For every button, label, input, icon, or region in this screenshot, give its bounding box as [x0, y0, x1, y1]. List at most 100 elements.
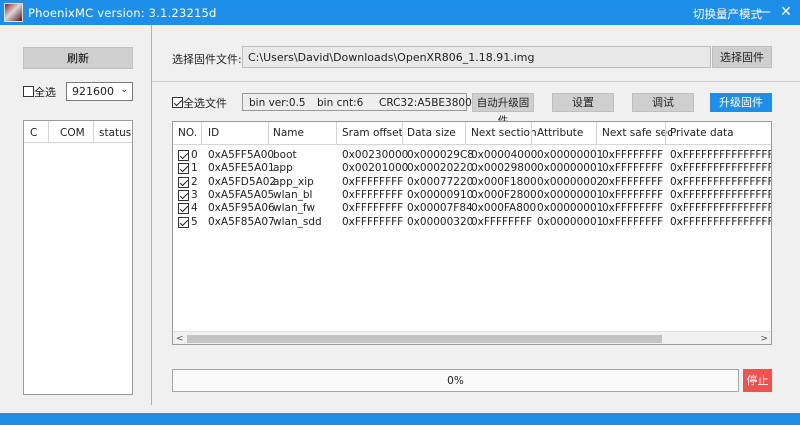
row-checkbox-icon[interactable] [178, 150, 189, 161]
row-checkbox-icon[interactable] [178, 163, 189, 175]
cell-next-section: 0x00029800 [471, 162, 538, 175]
cell-private-data: 0xFFFFFFFFFFFFFFFFFF [670, 215, 771, 228]
column-header-name: Name [273, 127, 304, 139]
row-checkbox-icon[interactable] [178, 189, 189, 201]
upgrade-firmware-button[interactable]: 升级固件 [710, 93, 772, 112]
app-logo-icon [4, 3, 23, 22]
scroll-left-icon[interactable]: < [176, 332, 184, 344]
bin-version: bin ver:0.5 [249, 97, 306, 109]
row-checkbox-icon[interactable] [178, 203, 189, 215]
cell-no: 1 [191, 162, 198, 175]
column-header-com: COM [60, 127, 85, 139]
bin-count: bin cnt:6 [317, 97, 364, 109]
column-header-attribute: Attribute [537, 127, 584, 139]
stop-button[interactable]: 停止 [743, 369, 772, 392]
column-header-id: ID [208, 127, 220, 139]
cell-sram-offset: 0xFFFFFFFF [342, 188, 404, 201]
firmware-sections-table[interactable]: NO. ID Name Sram offset Data size Next s… [172, 121, 772, 345]
select-all-files-checkbox[interactable]: 全选文件 [172, 95, 227, 111]
cell-name: app_xip [273, 175, 314, 188]
cell-id: 0xA5FA5A05 [208, 188, 275, 201]
cell-id: 0xA5FF5A00 [208, 149, 275, 161]
close-icon[interactable]: ✕ [777, 3, 795, 21]
bottom-bar [0, 413, 800, 425]
cell-sram-offset: 0x00201000 [342, 162, 409, 175]
cell-sram-offset: 0x00230000 [342, 149, 409, 161]
cell-data-size: 0x00000910 [407, 188, 474, 201]
select-all-ports-checkbox[interactable]: 全选 [23, 84, 56, 100]
column-header-private-data: Private data [670, 127, 734, 139]
progress-text: 0% [447, 375, 464, 387]
com-port-list-header: C COM status [24, 121, 132, 143]
cell-sram-offset: 0xFFFFFFFF [342, 215, 404, 228]
cell-next-safe-sec: 0xFFFFFFFF [602, 215, 664, 228]
baud-rate-select[interactable]: 921600 ⌄ [66, 82, 133, 101]
row-checkbox-icon[interactable] [178, 176, 189, 188]
crc32-value: CRC32:A5BE3800 [379, 97, 472, 109]
cell-no: 2 [191, 175, 198, 188]
cell-name: wlan_sdd [273, 215, 322, 228]
cell-data-size: 0x000029C8 [407, 149, 474, 161]
table-row[interactable]: 0 0xA5FF5A00 boot 0x00230000 0x000029C8 0x000… [173, 149, 771, 162]
select-firmware-button[interactable]: 选择固件 [712, 46, 772, 68]
cell-private-data: 0xFFFFFFFFFFFFFFFFFF [670, 175, 771, 188]
select-all-label: 全选 [34, 86, 56, 99]
scroll-right-icon[interactable]: > [760, 332, 768, 344]
cell-data-size: 0x00020220 [407, 162, 474, 175]
cell-attribute: 0x00000001 [537, 162, 604, 175]
table-row[interactable]: 3 0xA5FA5A05 wlan_bl 0xFFFFFFFF 0x00000910 0x… [173, 188, 771, 202]
cell-next-safe-sec: 0xFFFFFFFF [602, 162, 664, 175]
cell-name: wlan_fw [273, 202, 315, 215]
cell-name: boot [273, 149, 297, 161]
firmware-path-field[interactable]: C:\Users\David\Downloads\OpenXR806_1.18.… [242, 46, 711, 68]
cell-next-safe-sec: 0xFFFFFFFF [602, 175, 664, 188]
cell-id: 0xA5FD5A02 [208, 175, 277, 188]
table-row[interactable]: 1 0xA5FE5A01 app 0x00201000 0x00020220 0x0002… [173, 162, 771, 175]
column-header-data-size: Data size [407, 127, 456, 139]
cell-next-safe-sec: 0xFFFFFFFF [602, 149, 664, 161]
cell-private-data: 0xFFFFFFFFFFFFFFFFFF [670, 149, 771, 161]
switch-mass-production-mode-link[interactable]: 切换量产模式 [693, 6, 762, 22]
cell-no: 3 [191, 188, 198, 201]
table-row[interactable]: 2 0xA5FD5A02 app_xip 0xFFFFFFFF 0x00077220 0x… [173, 175, 771, 189]
com-port-list[interactable]: C COM status [23, 120, 133, 395]
row-checkbox-icon[interactable] [178, 216, 189, 228]
scrollbar-thumb[interactable] [187, 335, 662, 343]
cell-no: 0 [191, 149, 198, 161]
cell-next-safe-sec: 0xFFFFFFFF [602, 188, 664, 201]
column-header-next-section: Next section [471, 127, 537, 139]
column-header-no: NO. [178, 127, 198, 139]
settings-button[interactable]: 设置 [552, 93, 614, 112]
baud-rate-value: 921600 [72, 85, 114, 98]
chevron-down-icon: ⌄ [120, 85, 128, 95]
cell-private-data: 0xFFFFFFFFFFFFFFFFFF [670, 202, 771, 215]
cell-private-data: 0xFFFFFFFFFFFFFFFFFF [670, 188, 771, 201]
cell-data-size: 0x00007F84 [407, 202, 473, 215]
debug-button[interactable]: 调试 [632, 93, 694, 112]
cell-name: wlan_bl [273, 188, 313, 201]
column-header-c: C [30, 127, 38, 139]
cell-next-section: 0x000F2800 [471, 188, 537, 201]
cell-no: 4 [191, 202, 198, 215]
cell-sram-offset: 0xFFFFFFFF [342, 175, 404, 188]
cell-attribute: 0x00000001 [537, 215, 604, 228]
checkbox-checked-icon[interactable] [172, 97, 183, 108]
cell-private-data: 0xFFFFFFFFFFFFFFFFFF [670, 162, 771, 175]
cell-no: 5 [191, 215, 198, 228]
cell-next-safe-sec: 0xFFFFFFFF [602, 202, 664, 215]
window-title: PhoenixMC version: 3.1.23215d [28, 6, 217, 20]
minimize-icon[interactable]: — [755, 3, 773, 21]
checkbox-icon[interactable] [23, 86, 34, 97]
refresh-button[interactable]: 刷新 [23, 47, 133, 69]
divider [152, 81, 800, 82]
table-row[interactable]: 5 0xA5F85A07 wlan_sdd 0xFFFFFFFF 0x00000320 0… [173, 215, 771, 229]
cell-next-section: 0x00004000 [471, 149, 538, 161]
cell-name: app [273, 162, 293, 175]
auto-upgrade-button[interactable]: 自动升级固件 [472, 93, 534, 127]
table-row[interactable]: 4 0xA5F95A06 wlan_fw 0xFFFFFFFF 0x00007F84 0x… [173, 202, 771, 215]
cell-id: 0xA5F95A06 [208, 202, 275, 215]
cell-id: 0xA5F85A07 [208, 215, 275, 228]
cell-sram-offset: 0xFFFFFFFF [342, 202, 404, 215]
panel-divider [151, 25, 152, 405]
horizontal-scrollbar[interactable]: < > [173, 331, 771, 344]
